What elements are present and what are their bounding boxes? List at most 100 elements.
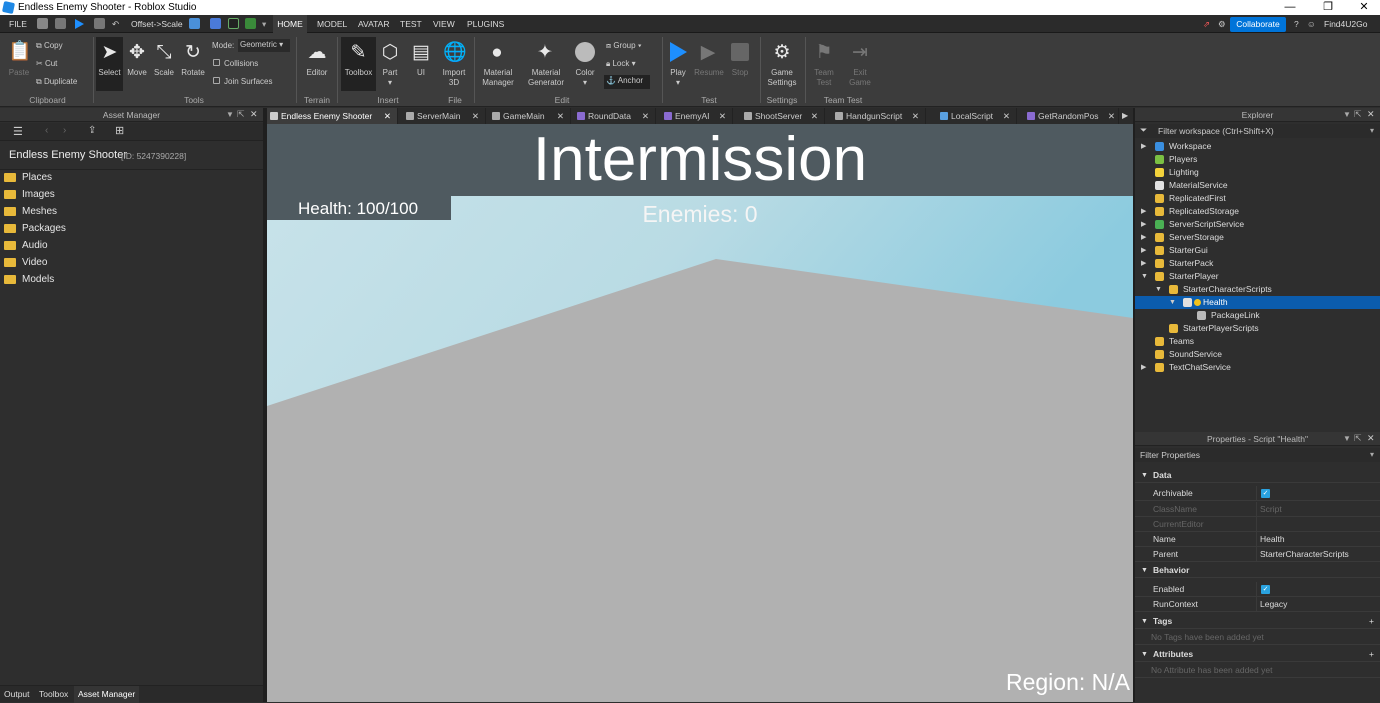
collisions-checkbox[interactable] (213, 59, 220, 66)
expanded-arrow-icon[interactable]: ▼ (1169, 296, 1179, 309)
team-test-button[interactable]: Team Test (810, 68, 838, 88)
share-icon[interactable]: ⇗ (1203, 15, 1210, 33)
material-manager-icon[interactable]: ● (486, 42, 508, 64)
prop-value[interactable]: Health (1260, 532, 1285, 547)
doc-tab-handgunscript[interactable]: HandgunScript ✕ (832, 108, 926, 124)
explorer-item-players[interactable]: Players (1135, 153, 1380, 166)
doc-tab-servermain[interactable]: ServerMain ✕ (403, 108, 486, 124)
doc-tab-rounddata[interactable]: RoundData ✕ (574, 108, 656, 124)
explorer-item-starter-gui[interactable]: ▶ StarterGui (1135, 244, 1380, 257)
explorer-item-starter-player[interactable]: ▼ StarterPlayer (1135, 270, 1380, 283)
doc-tab-shootserver[interactable]: ShootServer ✕ (741, 108, 825, 124)
plugin-icon-1[interactable] (189, 18, 200, 29)
asset-folder-packages[interactable]: Packages (4, 220, 66, 237)
select-button[interactable]: ➤ Select (96, 37, 123, 91)
grid-view-icon[interactable]: ⊞ (115, 124, 124, 137)
part-icon[interactable]: ⬡ (379, 42, 401, 64)
lock-button[interactable]: 🔒︎ Lock ▾ (606, 58, 636, 70)
save-icon[interactable] (37, 18, 48, 29)
explorer-item-health-script[interactable]: ▼ Health (1135, 296, 1380, 309)
menu-icon[interactable]: ☰ (13, 125, 23, 138)
tab-output[interactable]: Output (4, 689, 30, 699)
close-tab-icon[interactable]: ✕ (719, 108, 726, 124)
collapsed-arrow-icon[interactable]: ▶ (1141, 244, 1151, 257)
collapsed-arrow-icon[interactable]: ▶ (1141, 205, 1151, 218)
plugin-icon-4[interactable] (245, 18, 256, 29)
import-icon[interactable]: ⇪ (88, 125, 96, 136)
help-icon[interactable]: ? (1294, 15, 1299, 33)
collisions-toggle[interactable]: Collisions (213, 58, 258, 70)
stop-quick-icon[interactable] (94, 18, 105, 29)
join-surfaces-toggle[interactable]: Join Surfaces (213, 76, 272, 88)
panel-dropdown-icon[interactable]: ▼ (1343, 434, 1351, 443)
terrain-editor-button[interactable]: Editor (302, 68, 332, 78)
color-button[interactable]: Color (572, 68, 598, 78)
play-button[interactable]: Play (665, 68, 691, 78)
material-generator-button[interactable]: Material Generator (524, 68, 568, 88)
collapsed-arrow-icon[interactable]: ▶ (1141, 257, 1151, 270)
part-button[interactable]: Part (377, 68, 403, 78)
close-panel-icon[interactable]: ✕ (250, 109, 258, 120)
prop-value[interactable]: Legacy (1260, 597, 1287, 612)
explorer-item-replicated-storage[interactable]: ▶ ReplicatedStorage (1135, 205, 1380, 218)
explorer-item-starter-character-scripts[interactable]: ▼ StarterCharacterScripts (1135, 283, 1380, 296)
game-settings-icon[interactable]: ⚙ (770, 42, 794, 64)
section-tags[interactable]: ▼ Tags + (1135, 614, 1380, 629)
chevron-down-icon[interactable]: ▾ (1370, 450, 1374, 459)
paste-icon[interactable]: 📋 (8, 41, 32, 63)
exit-game-icon[interactable]: ⇥ (848, 42, 872, 64)
close-panel-icon[interactable]: ✕ (1367, 109, 1375, 120)
chevron-down-icon[interactable]: ▾ (1370, 126, 1374, 135)
explorer-item-material-service[interactable]: MaterialService (1135, 179, 1380, 192)
close-tab-icon[interactable]: ✕ (472, 108, 479, 124)
scale-icon[interactable]: ⤡ (153, 42, 175, 64)
material-manager-button[interactable]: Material Manager (478, 68, 518, 88)
paste-button[interactable]: Paste (4, 68, 34, 78)
plugin-icon-3[interactable] (228, 18, 239, 29)
close-window-button[interactable]: ✕ (1346, 0, 1380, 15)
section-data[interactable]: ▼ Data (1135, 468, 1380, 483)
collaborate-button[interactable]: Collaborate (1230, 17, 1286, 32)
explorer-item-starter-player-scripts[interactable]: StarterPlayerScripts (1135, 322, 1380, 335)
stop-button[interactable]: Stop (727, 68, 753, 78)
scale-button[interactable]: Scale (151, 68, 177, 78)
asset-folder-audio[interactable]: Audio (4, 237, 48, 254)
prop-name-row[interactable]: Name Health (1135, 532, 1380, 547)
prop-value[interactable]: StarterCharacterScripts (1260, 547, 1349, 562)
explorer-item-teams[interactable]: Teams (1135, 335, 1380, 348)
panel-dropdown-icon[interactable]: ▼ (1343, 110, 1351, 119)
enabled-checkbox[interactable]: ✓ (1261, 585, 1270, 594)
add-attribute-icon[interactable]: + (1369, 647, 1374, 662)
close-tab-icon[interactable]: ✕ (384, 108, 391, 124)
close-tab-icon[interactable]: ✕ (642, 108, 649, 124)
stop-icon[interactable] (731, 43, 749, 61)
expanded-arrow-icon[interactable]: ▼ (1141, 270, 1151, 283)
gear-icon[interactable]: ⚙ (1218, 15, 1226, 33)
doc-tab-localscript[interactable]: LocalScript ✕ (937, 108, 1017, 124)
collapsed-arrow-icon[interactable]: ▶ (1141, 231, 1151, 244)
pin-icon[interactable]: ⇱ (1354, 109, 1362, 120)
asset-folder-video[interactable]: Video (4, 254, 47, 271)
color-icon[interactable] (575, 42, 595, 62)
ui-icon[interactable]: ▤ (410, 42, 432, 64)
close-panel-icon[interactable]: ✕ (1367, 433, 1375, 444)
move-icon[interactable]: ✥ (126, 42, 148, 64)
prop-enabled[interactable]: Enabled ✓ (1135, 582, 1380, 597)
color-dropdown-icon[interactable]: ▾ (572, 78, 598, 88)
doc-tab-place[interactable]: Endless Enemy Shooter ✕ (267, 108, 398, 124)
doc-tab-gamemain[interactable]: GameMain ✕ (489, 108, 571, 124)
play-dropdown-icon[interactable]: ▾ (665, 78, 691, 88)
rotate-icon[interactable]: ↻ (182, 42, 204, 64)
close-tab-icon[interactable]: ✕ (557, 108, 564, 124)
game-viewport[interactable]: Intermission Health: 100/100 Enemies: 0 … (267, 124, 1133, 702)
cut-button[interactable]: ✂ Cut (36, 58, 57, 70)
copy-button[interactable]: ⧉ Copy (36, 40, 63, 52)
prop-run-context[interactable]: RunContext Legacy (1135, 597, 1380, 612)
close-tab-icon[interactable]: ✕ (811, 108, 818, 124)
expanded-arrow-icon[interactable]: ▼ (1155, 283, 1165, 296)
import-3d-button[interactable]: Import 3D (439, 68, 469, 88)
pin-icon[interactable]: ⇱ (1354, 433, 1362, 444)
tab-asset-manager[interactable]: Asset Manager (74, 686, 140, 703)
doc-tab-enemyai[interactable]: EnemyAI ✕ (661, 108, 733, 124)
collapsed-arrow-icon[interactable]: ▶ (1141, 218, 1151, 231)
